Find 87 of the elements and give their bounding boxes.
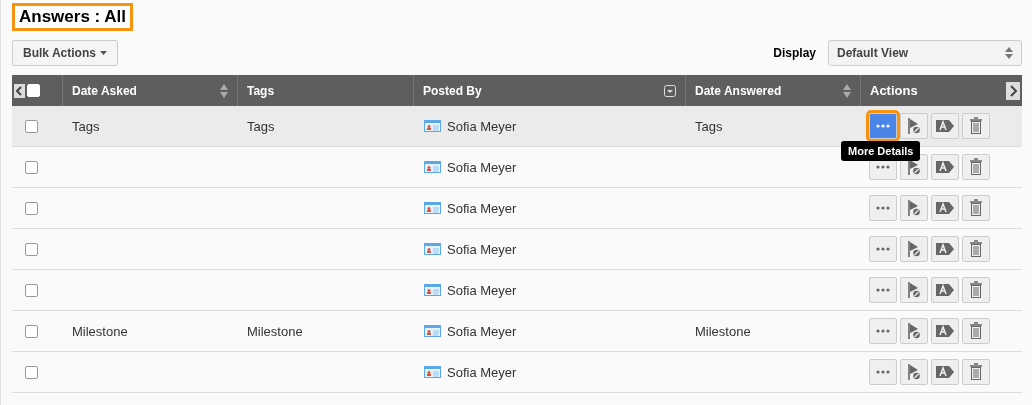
delete-button[interactable]	[962, 277, 990, 303]
flag-icon	[908, 364, 920, 380]
table-cell: Milestone	[247, 323, 303, 339]
row-checkbox[interactable]	[25, 119, 38, 133]
contact-card-icon	[424, 202, 441, 214]
contact-card-icon	[424, 284, 441, 296]
table-cell: Tags	[247, 118, 275, 134]
flag-icon	[908, 241, 920, 257]
column-header[interactable]: Date Answered	[695, 83, 782, 98]
table-cell: Tags	[72, 118, 100, 134]
table-cell: Milestone	[695, 323, 751, 339]
contact-card-icon	[424, 243, 441, 255]
trash-icon	[969, 281, 983, 299]
row-checkbox[interactable]	[25, 201, 38, 215]
sort-icon[interactable]	[843, 83, 851, 98]
flag-icon	[908, 200, 920, 216]
user-name[interactable]: Sofia Meyer	[447, 118, 517, 134]
filter-dropdown-icon[interactable]	[664, 84, 676, 97]
answer-button[interactable]	[931, 318, 959, 344]
sort-icon[interactable]	[220, 83, 228, 98]
delete-button[interactable]	[962, 154, 990, 180]
user-name[interactable]: Sofia Meyer	[447, 282, 517, 298]
trash-icon	[969, 158, 983, 176]
more-icon	[876, 206, 890, 210]
select-all-checkbox[interactable]	[27, 84, 40, 97]
more-icon	[876, 124, 890, 128]
contact-card-icon	[424, 161, 441, 173]
more-icon	[876, 247, 890, 251]
delete-button[interactable]	[962, 195, 990, 221]
delete-button[interactable]	[962, 236, 990, 262]
display-label: Display	[773, 46, 816, 60]
column-header[interactable]: Date Asked	[72, 83, 137, 98]
letter-tag-icon	[935, 282, 955, 298]
letter-tag-icon	[935, 159, 955, 175]
table-cell: Milestone	[72, 323, 128, 339]
more-icon	[876, 165, 890, 169]
trash-icon	[969, 240, 983, 258]
answer-button[interactable]	[931, 113, 959, 139]
letter-tag-icon	[935, 200, 955, 216]
flag-icon	[908, 282, 920, 298]
trash-icon	[969, 199, 983, 217]
letter-tag-icon	[935, 323, 955, 339]
contact-card-icon	[424, 120, 441, 132]
row-checkbox[interactable]	[25, 283, 38, 297]
bulk-actions-button[interactable]: Bulk Actions	[12, 40, 118, 66]
row-checkbox[interactable]	[25, 365, 38, 379]
scroll-left-button[interactable]	[14, 83, 25, 98]
tooltip: More Details	[841, 141, 921, 161]
trash-icon	[969, 322, 983, 340]
more-icon	[876, 370, 890, 374]
caret-icon	[99, 51, 107, 55]
row-checkbox[interactable]	[25, 160, 38, 174]
column-header[interactable]: Posted By	[423, 83, 482, 98]
contact-card-icon	[424, 366, 441, 378]
scroll-right-button[interactable]	[1006, 82, 1020, 100]
delete-button[interactable]	[962, 113, 990, 139]
trash-icon	[969, 363, 983, 381]
row-checkbox[interactable]	[25, 242, 38, 256]
trash-icon	[969, 117, 983, 135]
answer-button[interactable]	[931, 359, 959, 385]
letter-tag-icon	[935, 364, 955, 380]
flag-icon	[908, 323, 920, 339]
answer-button[interactable]	[931, 277, 959, 303]
row-checkbox[interactable]	[25, 324, 38, 338]
user-name[interactable]: Sofia Meyer	[447, 323, 517, 339]
display-select[interactable]: Default View	[828, 40, 1022, 66]
user-name[interactable]: Sofia Meyer	[447, 241, 517, 257]
user-name[interactable]: Sofia Meyer	[447, 159, 517, 175]
sort-icon	[1005, 47, 1013, 59]
flag-icon	[908, 159, 920, 175]
user-name[interactable]: Sofia Meyer	[447, 200, 517, 216]
answer-button[interactable]	[931, 195, 959, 221]
page-title: Answers : All	[12, 3, 134, 31]
contact-card-icon	[424, 325, 441, 337]
letter-tag-icon	[935, 118, 955, 134]
more-icon	[876, 288, 890, 292]
more-icon	[876, 329, 890, 333]
delete-button[interactable]	[962, 359, 990, 385]
column-header[interactable]: Tags	[247, 83, 275, 98]
letter-tag-icon	[935, 241, 955, 257]
column-header[interactable]: Actions	[870, 83, 918, 98]
user-name[interactable]: Sofia Meyer	[447, 364, 517, 380]
answer-button[interactable]	[931, 154, 959, 180]
answer-button[interactable]	[931, 236, 959, 262]
delete-button[interactable]	[962, 318, 990, 344]
table-cell: Tags	[695, 118, 723, 134]
flag-icon	[908, 118, 920, 134]
